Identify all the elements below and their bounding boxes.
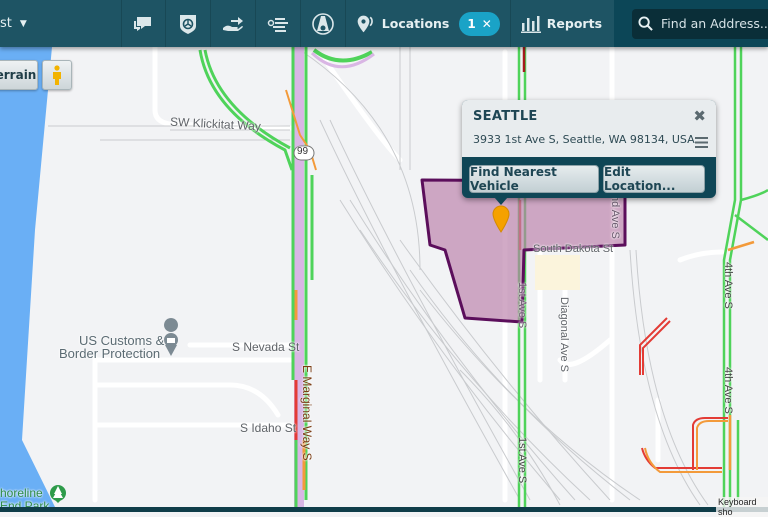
bar-chart-icon: [520, 15, 541, 33]
label-route-99: 99: [297, 146, 309, 157]
popup-pointer: [494, 197, 508, 205]
pegman-icon: [53, 65, 61, 85]
shield-badge-icon: [180, 14, 197, 34]
label-us-customs-2: Border Protection: [59, 346, 161, 361]
label-shoreline-park-2: End Park: [0, 499, 50, 507]
label-4th-ave-s-lower: 4th Ave S: [722, 367, 734, 414]
hand-transfer-icon: [223, 16, 244, 31]
locations-count: 1: [467, 16, 476, 31]
marginal-way-traffic: [198, 47, 375, 507]
dispatch-button[interactable]: [210, 0, 255, 47]
search-icon: [638, 16, 653, 31]
label-e-marginal-way-s: E Marginal Way S: [300, 365, 314, 461]
map-list-icon: [267, 17, 289, 32]
hamburger-menu-icon[interactable]: [695, 137, 708, 148]
locations-count-badge[interactable]: 1 ✕: [459, 11, 500, 36]
address-search-input[interactable]: Find an Address...: [632, 8, 768, 39]
location-popup: SEATTLE 3933 1st Ave S, Seattle, WA 9813…: [462, 100, 716, 205]
clear-locations-icon[interactable]: ✕: [482, 17, 492, 31]
popup-title: SEATTLE: [473, 109, 538, 124]
label-4th-ave-s: 4th Ave S: [722, 262, 734, 309]
park-marker: [50, 485, 66, 503]
account-dropdown[interactable]: st ▼: [0, 0, 121, 47]
keyboard-shortcuts-link[interactable]: Keyboard sho: [716, 497, 768, 517]
location-pin-icon: [357, 15, 373, 32]
reports-menu[interactable]: Reports: [509, 0, 614, 47]
find-nearest-vehicle-label: Find Nearest Vehicle: [470, 165, 557, 193]
caret-down-icon: ▼: [19, 18, 27, 29]
messages-button[interactable]: [120, 0, 166, 47]
label-s-idaho-st: S Idaho St: [240, 421, 297, 435]
bottom-bar: [0, 507, 768, 512]
find-nearest-vehicle-button[interactable]: Find Nearest Vehicle: [469, 165, 599, 193]
customs-marker: [164, 318, 179, 356]
locations-label: Locations: [381, 16, 450, 31]
terrain-label: errain: [0, 68, 37, 82]
label-diagonal-ave-s: Diagonal Ave S: [558, 297, 570, 373]
label-1st-ave-s: 1st Ave S: [516, 437, 528, 484]
label-1st-ave-s-top: 1st Ave S: [516, 282, 528, 329]
ramp-traffic: [639, 317, 728, 473]
popup-header: SEATTLE 3933 1st Ave S, Seattle, WA 9813…: [462, 100, 716, 157]
terrain-toggle-button[interactable]: errain: [0, 60, 38, 90]
safety-button[interactable]: [165, 0, 210, 47]
water-area: [0, 47, 55, 507]
roads-button[interactable]: [299, 0, 345, 47]
label-2nd-ave-s: nd Ave S: [609, 195, 621, 239]
search-placeholder: Find an Address...: [661, 16, 768, 31]
popup-address: 3933 1st Ave S, Seattle, WA 98134, USA: [473, 133, 695, 146]
messages-icon: [134, 16, 152, 31]
search-area: Find an Address...: [614, 0, 768, 47]
label-shoreline-park-1: horeline: [0, 486, 43, 500]
edit-location-label: Edit Location...: [604, 165, 676, 193]
route-list-button[interactable]: [255, 0, 300, 47]
street-view-button[interactable]: [42, 60, 72, 90]
reports-label: Reports: [546, 16, 603, 31]
edit-location-button[interactable]: Edit Location...: [603, 165, 705, 193]
label-south-dakota-st: South Dakota St: [533, 243, 614, 255]
label-s-nevada-st: S Nevada St: [232, 340, 300, 354]
road-circle-icon: [312, 12, 334, 35]
locations-menu[interactable]: Locations 1 ✕: [344, 0, 510, 47]
close-icon[interactable]: ✖: [693, 107, 706, 125]
account-label: st: [0, 16, 12, 31]
top-navigation-bar: st ▼ Locations 1 ✕ Reports Find an Addre…: [0, 0, 768, 47]
building: [535, 255, 580, 290]
